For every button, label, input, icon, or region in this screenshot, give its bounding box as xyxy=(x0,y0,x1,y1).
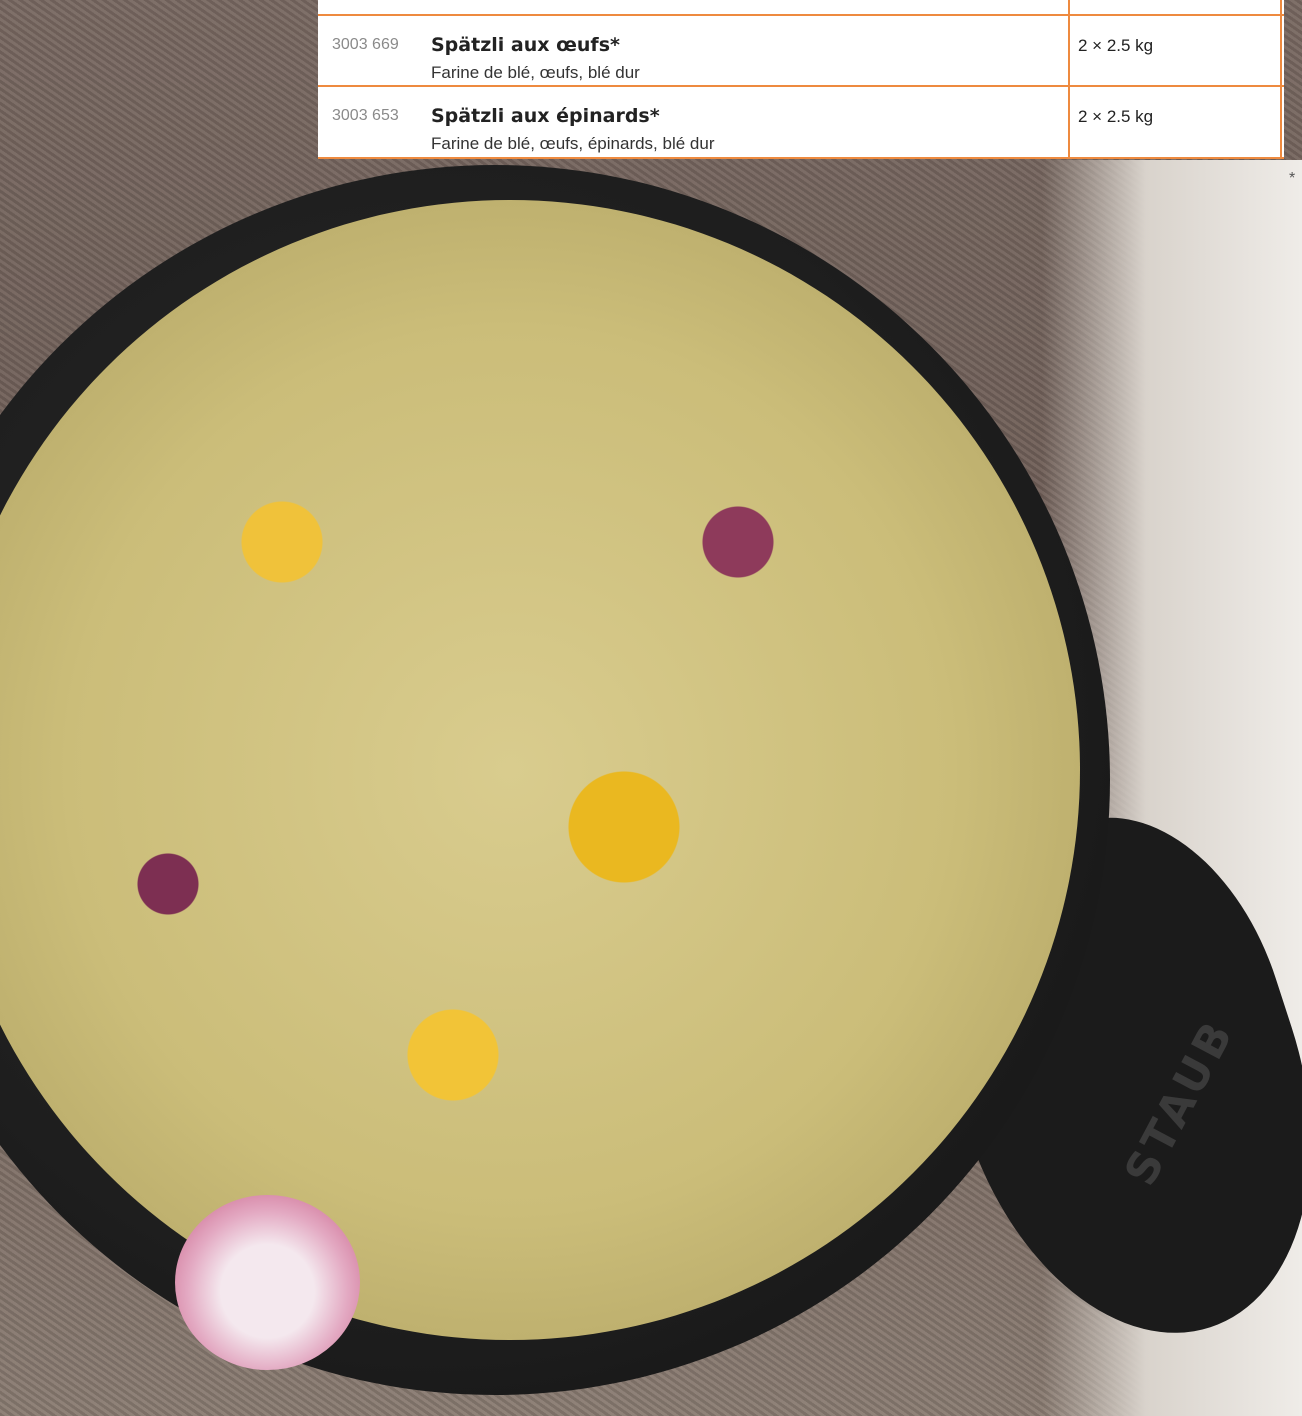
article-code: 3003 669 xyxy=(332,36,399,53)
product-name: Spätzli aux œufs* xyxy=(431,34,620,56)
radish xyxy=(175,1195,360,1370)
product-table: 3003 669 Spätzli aux œufs* Farine de blé… xyxy=(318,0,1284,159)
column-divider xyxy=(1068,0,1070,157)
product-packaging: 2 × 2.5 kg xyxy=(1078,107,1154,126)
product-packaging: 2 × 2.5 kg xyxy=(1078,36,1154,55)
table-row: 3003 653 Spätzli aux épinards* Farine de… xyxy=(318,85,1284,159)
product-ingredients: Farine de blé, œufs, épinards, blé dur xyxy=(431,134,715,153)
product-ingredients: Farine de blé, œufs, blé dur xyxy=(431,63,640,82)
food-photo: STAUB xyxy=(0,0,1302,1416)
article-code: 3003 653 xyxy=(332,107,399,124)
table-row: 3003 669 Spätzli aux œufs* Farine de blé… xyxy=(318,14,1284,86)
column-divider xyxy=(1280,0,1282,157)
footnote-mark: * xyxy=(1289,170,1296,187)
product-name: Spätzli aux épinards* xyxy=(431,105,660,127)
